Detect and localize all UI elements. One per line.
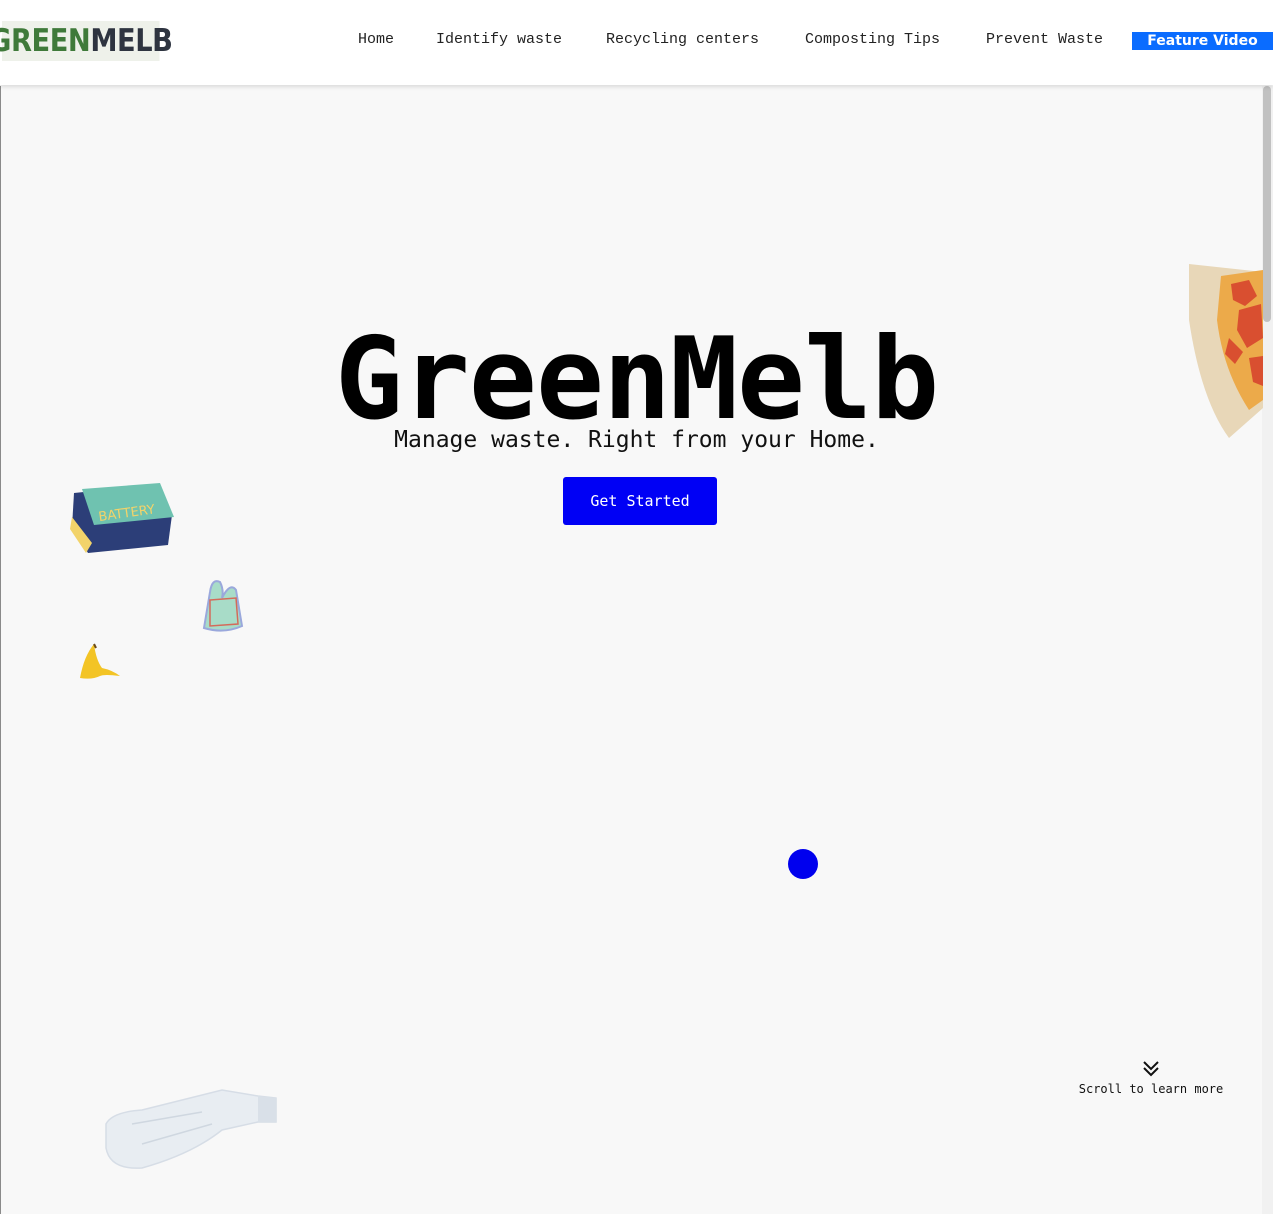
cursor-dot [788, 849, 818, 879]
nav-link-composting-tips[interactable]: Composting Tips [805, 31, 940, 48]
site-logo[interactable]: GREENMELB [0, 21, 173, 61]
scrollbar-thumb[interactable] [1263, 86, 1271, 322]
plastic-bag-illustration [202, 580, 244, 632]
logo-text-melb: MELB [90, 23, 173, 59]
nav-link-home[interactable]: Home [358, 31, 394, 48]
hero-subtitle: Manage waste. Right from your Home. [394, 427, 879, 453]
scroll-hint-label: Scroll to learn more [1078, 1082, 1224, 1096]
get-started-button[interactable]: Get Started [563, 477, 717, 525]
nav-link-recycling-centers[interactable]: Recycling centers [606, 31, 759, 48]
banana-peel-illustration [80, 643, 120, 679]
page-left-border [0, 86, 1, 1214]
double-chevron-down-icon [1143, 1061, 1159, 1077]
nav-link-prevent-waste[interactable]: Prevent Waste [986, 31, 1103, 48]
plastic-bottle-illustration [105, 1089, 277, 1169]
logo-text-green: GREEN [0, 23, 91, 59]
nav-link-identify-waste[interactable]: Identify waste [436, 31, 562, 48]
scroll-hint[interactable]: Scroll to learn more [1076, 1060, 1226, 1096]
battery-illustration: BATTERY [70, 483, 174, 553]
top-navbar: GREENMELB Home Identify waste Recycling … [0, 0, 1273, 85]
feature-video-button[interactable]: Feature Video [1132, 32, 1273, 50]
